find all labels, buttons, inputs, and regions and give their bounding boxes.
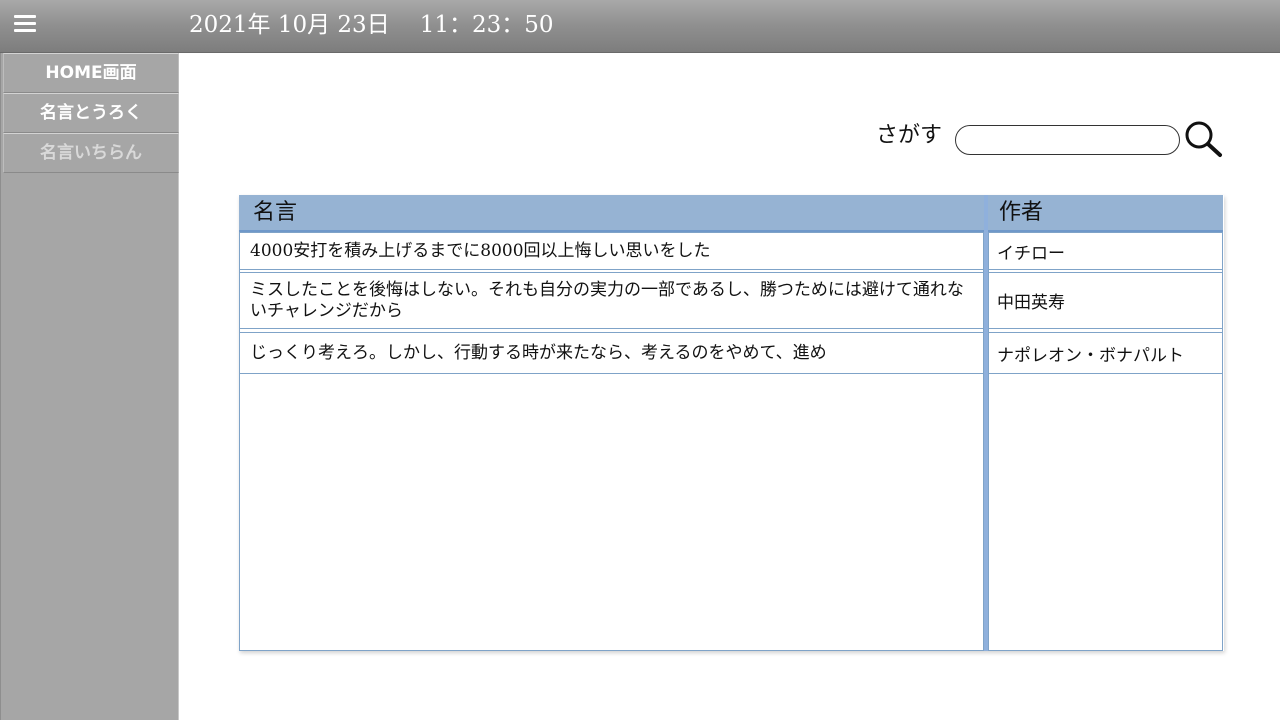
table-row-author[interactable]: ナポレオン・ボナパルト — [989, 332, 1222, 374]
menu-line — [14, 22, 36, 25]
current-time: 11：23：50 — [419, 12, 554, 38]
table-row-quote[interactable]: ミスしたことを後悔はしない。それも自分の実力の一部であるし、勝つためには避けて通… — [240, 272, 983, 329]
menu-line — [14, 15, 36, 18]
quote-table: 名言 作者 4000安打を積み上げるまでに8000回以上悔しい思いをした イチロ… — [239, 195, 1224, 651]
table-row-author[interactable]: 中田英寿 — [989, 272, 1222, 329]
sidebar-nav: HOME画面 名言とうろく 名言いちらん — [0, 53, 179, 720]
top-header-bar: 2021年 10月 23日 11：23：50 — [0, 0, 1280, 53]
quote-column-header: 名言 — [239, 195, 984, 232]
hamburger-menu-icon[interactable] — [12, 13, 38, 37]
sidebar-item-quote-list[interactable]: 名言いちらん — [3, 133, 179, 173]
search-input[interactable] — [955, 125, 1180, 155]
column-divider — [984, 195, 988, 651]
sidebar-item-register-quote[interactable]: 名言とうろく — [3, 93, 179, 133]
magnifier-icon[interactable] — [1183, 120, 1223, 158]
menu-line — [14, 29, 36, 32]
current-datetime: 2021年 10月 23日 11：23：50 — [189, 10, 554, 40]
author-column-header: 作者 — [988, 195, 1223, 232]
sidebar-item-home[interactable]: HOME画面 — [3, 53, 179, 93]
table-row-quote[interactable]: 4000安打を積み上げるまでに8000回以上悔しい思いをした — [240, 232, 983, 270]
table-row-quote[interactable]: じっくり考えろ。しかし、行動する時が来たなら、考えるのをやめて、進め — [240, 332, 983, 374]
current-date: 2021年 10月 23日 — [189, 12, 390, 38]
table-row-author[interactable]: イチロー — [989, 232, 1222, 270]
search-label: さがす — [876, 123, 943, 148]
